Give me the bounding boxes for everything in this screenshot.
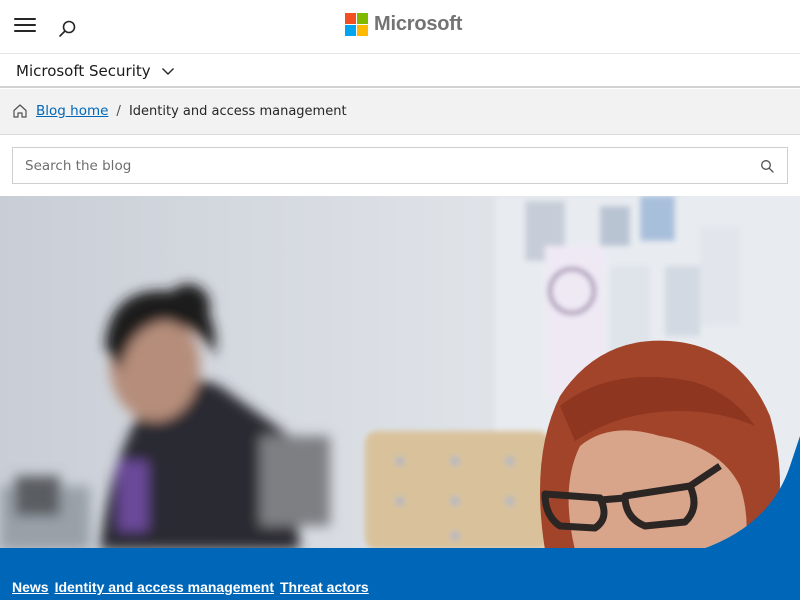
chevron-down-icon	[161, 68, 174, 75]
logo-square-yellow	[357, 24, 368, 36]
brand-name: Microsoft	[374, 12, 463, 35]
logo-square-green	[357, 12, 368, 24]
breadcrumb-separator: /	[116, 103, 121, 119]
search-icon[interactable]	[760, 159, 774, 173]
logo-square-red	[345, 12, 356, 24]
breadcrumb-blog-home-link[interactable]: Blog home	[36, 103, 108, 119]
site-header: Microsoft	[0, 0, 800, 54]
subnav-title: Microsoft Security	[16, 62, 151, 80]
hamburger-icon[interactable]	[14, 17, 36, 33]
tag-threat-actors[interactable]: Threat actors	[280, 579, 369, 595]
sub-navigation: Microsoft Security	[0, 54, 800, 88]
microsoft-logo-icon	[345, 12, 368, 36]
microsoft-logo[interactable]: Microsoft	[345, 12, 462, 36]
tag-identity-and-access-management[interactable]: Identity and access management	[55, 579, 274, 595]
blog-search-box	[12, 147, 788, 184]
breadcrumb-current: Identity and access management	[128, 103, 347, 119]
tag-list: News Identity and access management Thre…	[12, 579, 375, 595]
logo-square-blue	[345, 24, 356, 36]
article-tag-band: News Identity and access management Thre…	[0, 548, 800, 600]
search-icon[interactable]	[56, 19, 78, 41]
breadcrumb-bar: Blog home / Identity and access manageme…	[0, 89, 800, 135]
breadcrumb: Blog home / Identity and access manageme…	[12, 103, 347, 119]
hero-photo	[0, 196, 800, 550]
blog-search-input[interactable]	[13, 148, 753, 183]
microsoft-security-menu[interactable]: Microsoft Security	[16, 62, 175, 80]
hero-image	[0, 196, 800, 550]
home-icon[interactable]	[12, 103, 28, 119]
tag-news[interactable]: News	[12, 579, 49, 595]
